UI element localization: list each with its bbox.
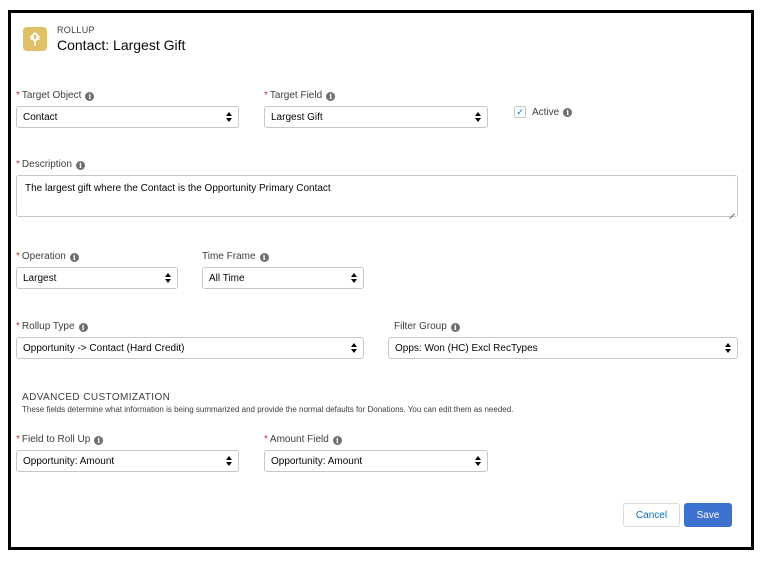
operation-value: Largest (23, 272, 57, 284)
required-marker: * (16, 434, 20, 445)
rollup-type-value: Opportunity -> Contact (Hard Credit) (23, 342, 185, 354)
target-field-label: Target Field (269, 90, 323, 101)
description-textarea[interactable]: The largest gift where the Contact is th… (16, 175, 738, 217)
description-field: * Description i The largest gift where t… (16, 158, 738, 217)
target-field-field: * Target Field i Largest Gift (264, 89, 488, 128)
info-icon[interactable]: i (326, 91, 336, 101)
rollup-type-field: * Rollup Type i Opportunity -> Contact (… (16, 320, 364, 359)
resize-handle-icon[interactable] (729, 208, 735, 214)
rollup-form-panel: ROLLUP Contact: Largest Gift * Target Ob… (8, 10, 754, 550)
time-frame-label: Time Frame (202, 251, 256, 262)
filter-group-field: Filter Group i Opps: Won (HC) Excl RecTy… (388, 320, 738, 359)
rollup-icon (23, 27, 47, 51)
operation-select[interactable]: Largest (16, 267, 178, 289)
advanced-section-title: ADVANCED CUSTOMIZATION (22, 392, 171, 403)
time-frame-field: Time Frame i All Time (202, 250, 364, 289)
select-arrows-icon (351, 272, 357, 284)
required-marker: * (16, 90, 20, 101)
required-marker: * (264, 434, 268, 445)
description-label: Description (21, 159, 72, 170)
info-icon[interactable]: i (75, 160, 85, 170)
info-icon[interactable]: i (94, 435, 104, 445)
header-eyebrow: ROLLUP (57, 25, 95, 35)
target-object-select[interactable]: Contact (16, 106, 239, 128)
filter-group-value: Opps: Won (HC) Excl RecTypes (395, 342, 538, 354)
select-arrows-icon (725, 342, 731, 354)
field-to-roll-up-label: Field to Roll Up (21, 434, 91, 445)
info-icon[interactable]: i (450, 322, 460, 332)
select-arrows-icon (475, 111, 481, 123)
target-field-select[interactable]: Largest Gift (264, 106, 488, 128)
page-header: ROLLUP Contact: Largest Gift (23, 25, 185, 54)
save-button[interactable]: Save (684, 503, 732, 527)
active-label: Active (532, 106, 560, 118)
select-arrows-icon (226, 111, 232, 123)
field-to-roll-up-value: Opportunity: Amount (23, 455, 115, 467)
select-arrows-icon (351, 342, 357, 354)
select-arrows-icon (475, 455, 481, 467)
cancel-button[interactable]: Cancel (623, 503, 680, 527)
select-arrows-icon (226, 455, 232, 467)
time-frame-select[interactable]: All Time (202, 267, 364, 289)
field-to-roll-up-field: * Field to Roll Up i Opportunity: Amount (16, 433, 239, 472)
target-object-field: * Target Object i Contact (16, 89, 239, 128)
filter-group-select[interactable]: Opps: Won (HC) Excl RecTypes (388, 337, 738, 359)
required-marker: * (264, 90, 268, 101)
active-checkbox[interactable]: ✓ (514, 106, 526, 118)
required-marker: * (16, 321, 20, 332)
required-marker: * (16, 159, 20, 170)
amount-field-value: Opportunity: Amount (271, 455, 363, 467)
time-frame-value: All Time (209, 272, 245, 284)
info-icon[interactable]: i (563, 107, 573, 117)
select-arrows-icon (165, 272, 171, 284)
active-checkbox-row: ✓ Active i (514, 106, 573, 118)
filter-group-label: Filter Group (394, 321, 447, 332)
target-object-label: Target Object (21, 90, 82, 101)
rollup-type-select[interactable]: Opportunity -> Contact (Hard Credit) (16, 337, 364, 359)
target-field-value: Largest Gift (271, 111, 323, 123)
advanced-section-description: These fields determine what information … (22, 405, 514, 414)
amount-field-select[interactable]: Opportunity: Amount (264, 450, 488, 472)
description-value: The largest gift where the Contact is th… (25, 183, 331, 194)
info-icon[interactable]: i (259, 252, 269, 262)
info-icon[interactable]: i (85, 91, 95, 101)
operation-label: Operation (21, 251, 66, 262)
amount-field-field: * Amount Field i Opportunity: Amount (264, 433, 488, 472)
target-object-value: Contact (23, 111, 58, 123)
required-marker: * (16, 251, 20, 262)
amount-field-label: Amount Field (269, 434, 329, 445)
page-title: Contact: Largest Gift (57, 37, 186, 53)
rollup-type-label: Rollup Type (21, 321, 75, 332)
info-icon[interactable]: i (78, 322, 88, 332)
info-icon[interactable]: i (332, 435, 342, 445)
info-icon[interactable]: i (69, 252, 79, 262)
operation-field: * Operation i Largest (16, 250, 178, 289)
field-to-roll-up-select[interactable]: Opportunity: Amount (16, 450, 239, 472)
